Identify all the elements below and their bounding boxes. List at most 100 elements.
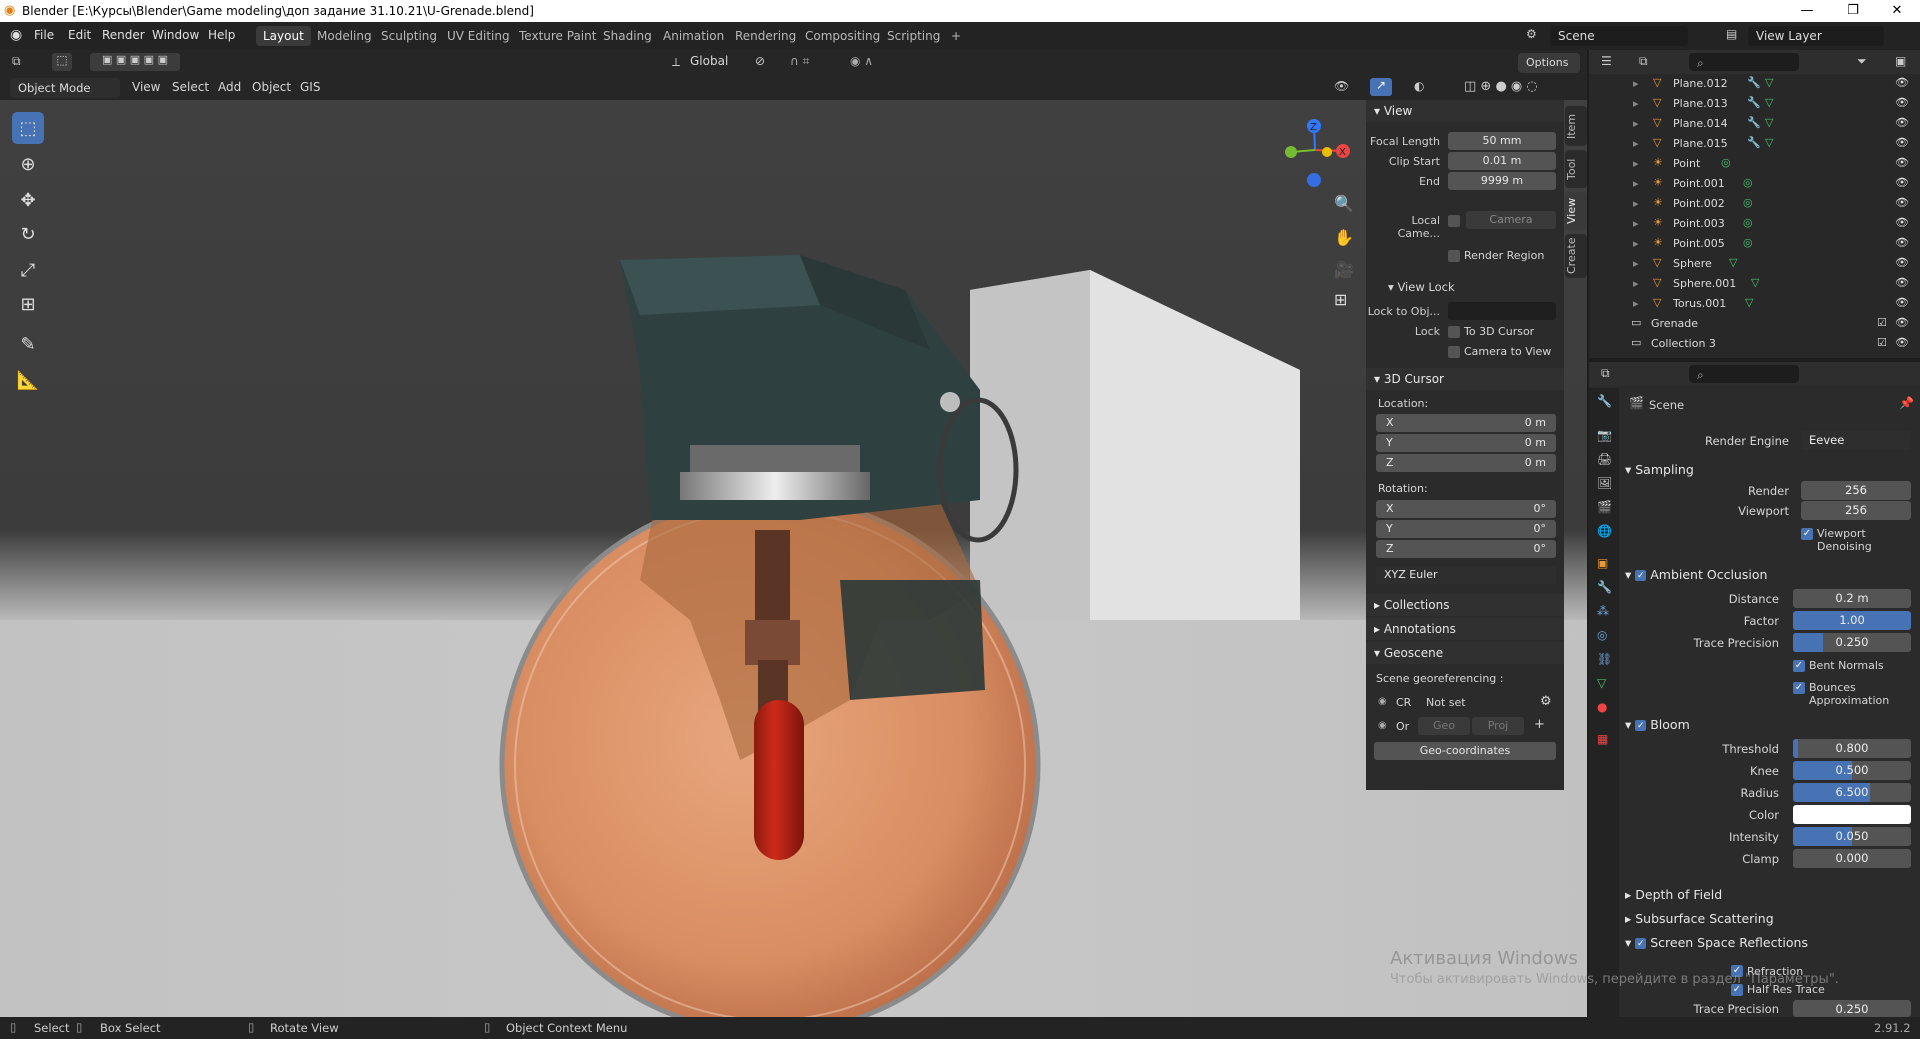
list-item[interactable]: ▸ ▽ Plane.013 🔧 ▽ 👁	[1589, 94, 1920, 114]
list-item[interactable]: ▸ ▽ Plane.014 🔧 ▽ 👁	[1589, 114, 1920, 134]
3d-viewport[interactable]: ⬚ ⊕ ✥ ↻ ⤢ ⊞ ✎ 📐 X Z 🔍 ✋ 🎥 ⊞ Активация Wi…	[0, 100, 1587, 1017]
tab-scripting[interactable]: Scripting	[880, 26, 947, 46]
view-layer-tab-icon[interactable]: 🖼	[1597, 476, 1612, 490]
transform-tool-icon[interactable]: ⊞	[12, 288, 44, 320]
ssr-trace-field[interactable]: 0.250	[1793, 1000, 1911, 1017]
render-tab-icon[interactable]: 📷	[1597, 428, 1612, 442]
rotation-mode-dropdown[interactable]: XYZ Euler	[1376, 566, 1556, 584]
transform-orientation[interactable]: Global	[690, 54, 728, 68]
move-tool-icon[interactable]: ✥	[12, 184, 44, 216]
maximize-button[interactable]: ❐	[1830, 0, 1876, 22]
close-button[interactable]: ✕	[1874, 0, 1920, 22]
tab-compositing[interactable]: Compositing	[798, 26, 887, 46]
pan-hand-icon[interactable]: ✋	[1334, 228, 1354, 247]
clip-start-field[interactable]: 0.01 m	[1448, 152, 1556, 170]
snap-icon[interactable]: ∩ ⌗	[790, 54, 809, 69]
pivot-icon[interactable]: ⊘	[755, 54, 765, 68]
bounces-checkbox[interactable]: ✓	[1793, 682, 1805, 694]
list-item[interactable]: ▸ ☀ Point.003 ◎ 👁	[1589, 214, 1920, 234]
cursor-rot-z-field[interactable]: Z 0°	[1376, 540, 1556, 558]
lock-object-field[interactable]	[1448, 302, 1556, 320]
collections-section-header[interactable]: ▸ Collections	[1366, 594, 1564, 616]
tab-create[interactable]: Create	[1565, 234, 1587, 278]
ao-factor-slider[interactable]: 1.00	[1793, 611, 1911, 630]
list-item[interactable]: ▸ ☀ Point.002 ◎ 👁	[1589, 194, 1920, 214]
crs-settings-icon[interactable]: ⚙	[1540, 694, 1552, 709]
cursor-loc-x-field[interactable]: X0 m	[1376, 414, 1556, 432]
viewport-denoising-checkbox[interactable]: ✓	[1801, 528, 1813, 540]
tab-layout[interactable]: Layout	[256, 26, 311, 46]
properties-search-input[interactable]: ⌕	[1689, 365, 1799, 383]
add-workspace-button[interactable]: +	[944, 26, 968, 46]
list-item[interactable]: ▸ ▽ Sphere.001 ▽ 👁	[1589, 274, 1920, 294]
options-dropdown[interactable]: Options	[1518, 53, 1580, 73]
camera-field[interactable]: Camera	[1466, 211, 1556, 229]
cursor-tool-icon[interactable]: ⊕	[12, 148, 44, 180]
bloom-section-header[interactable]: ▾ ✓ Bloom	[1625, 717, 1690, 732]
menu-object[interactable]: Object	[252, 80, 291, 94]
display-mode-icon[interactable]: ⧉	[1639, 54, 1648, 69]
bloom-clamp-field[interactable]: 0.000	[1793, 849, 1911, 868]
list-item[interactable]: ▸ ▽ Torus.001 ▽ 👁	[1589, 294, 1920, 314]
view-lock-header[interactable]: ▾ View Lock	[1388, 280, 1455, 294]
world-tab-icon[interactable]: 🌐	[1597, 524, 1612, 538]
measure-tool-icon[interactable]: 📐	[12, 364, 44, 396]
proj-field[interactable]: Proj	[1472, 717, 1524, 735]
origin-radio-icon[interactable]: ◉	[1378, 720, 1387, 731]
cursor-loc-z-field[interactable]: Z0 m	[1376, 454, 1556, 472]
viewport-samples-field[interactable]: 256	[1801, 501, 1911, 520]
sss-section-header[interactable]: ▸ Subsurface Scattering	[1625, 911, 1774, 926]
list-item[interactable]: ▸ ☀ Point.001 ◎ 👁	[1589, 174, 1920, 194]
menu-help[interactable]: Help	[208, 28, 235, 42]
annotations-section-header[interactable]: ▸ Annotations	[1366, 618, 1564, 640]
perspective-grid-icon[interactable]: ⊞	[1334, 290, 1347, 309]
geo-coordinates-button[interactable]: Geo-coordinates	[1374, 742, 1556, 760]
output-tab-icon[interactable]: 🖨	[1597, 452, 1612, 466]
camera-to-view-checkbox[interactable]	[1448, 346, 1460, 358]
constraints-tab-icon[interactable]: ⛓	[1597, 652, 1612, 666]
proportional-edit-icon[interactable]: ◉ ∧	[850, 54, 873, 68]
focal-length-field[interactable]: 50 mm	[1448, 132, 1556, 150]
tab-texture-paint[interactable]: Texture Paint	[512, 26, 603, 46]
menu-add[interactable]: Add	[218, 80, 241, 94]
rotate-tool-icon[interactable]: ↻	[12, 218, 44, 250]
menu-render[interactable]: Render	[102, 28, 145, 42]
bloom-threshold-slider[interactable]: 0.800	[1793, 739, 1911, 758]
select-box-tool-icon[interactable]: ⬚	[12, 112, 44, 144]
tab-shading[interactable]: Shading	[596, 26, 659, 46]
scene-tab-icon[interactable]: 🎬	[1597, 500, 1612, 514]
cursor-loc-y-field[interactable]: Y0 m	[1376, 434, 1556, 452]
menu-window[interactable]: Window	[152, 28, 199, 42]
gizmo-toggle-icon[interactable]: ↗	[1370, 78, 1392, 96]
geoscene-section-header[interactable]: ▾ Geoscene	[1366, 642, 1564, 664]
list-item[interactable]: ▸ ▽ Plane.015 🔧 ▽ 👁	[1589, 134, 1920, 154]
bloom-knee-slider[interactable]: 0.500	[1793, 761, 1911, 780]
texture-tab-icon[interactable]: ▦	[1597, 732, 1608, 746]
bent-normals-checkbox[interactable]: ✓	[1793, 660, 1805, 672]
list-item[interactable]: ▭ Grenade ☑ 👁	[1589, 314, 1920, 334]
outliner-search-input[interactable]: ⌕	[1689, 53, 1799, 71]
material-tab-icon[interactable]: ●	[1597, 700, 1607, 714]
tab-uv-editing[interactable]: UV Editing	[440, 26, 517, 46]
view-layer-selector[interactable]: View Layer	[1748, 26, 1884, 46]
physics-tab-icon[interactable]: ◎	[1597, 628, 1607, 642]
select-tool-icon[interactable]: ⬚	[52, 53, 72, 71]
ssr-section-header[interactable]: ▾ ✓ Screen Space Reflections	[1625, 935, 1808, 950]
cursor-rot-y-field[interactable]: Y 0°	[1376, 520, 1556, 538]
shading-mode-icons[interactable]: ◫ ⊕ ● ◉ ◌	[1464, 79, 1538, 94]
object-tab-icon[interactable]: ▣	[1597, 556, 1608, 570]
tab-view[interactable]: View	[1565, 192, 1587, 230]
new-collection-icon[interactable]: ▣	[1895, 54, 1906, 68]
3d-cursor-section-header[interactable]: ▾ 3D Cursor	[1366, 368, 1564, 390]
cursor-rot-x-field[interactable]: X 0°	[1376, 500, 1556, 518]
scene-selector[interactable]: Scene	[1550, 26, 1688, 46]
blender-menu-icon[interactable]: ◉	[10, 27, 22, 43]
add-origin-icon[interactable]: +	[1534, 717, 1545, 732]
visibility-icon[interactable]: 👁	[1334, 79, 1349, 93]
menu-gis[interactable]: GIS	[300, 80, 320, 94]
render-engine-dropdown[interactable]: Eevee	[1801, 431, 1911, 450]
list-item[interactable]: ▭ Collection 3 ☑ 👁	[1589, 334, 1920, 354]
scale-tool-icon[interactable]: ⤢	[12, 254, 44, 286]
view-section-header[interactable]: ▾ View	[1366, 100, 1564, 122]
tab-item[interactable]: Item	[1565, 106, 1587, 146]
